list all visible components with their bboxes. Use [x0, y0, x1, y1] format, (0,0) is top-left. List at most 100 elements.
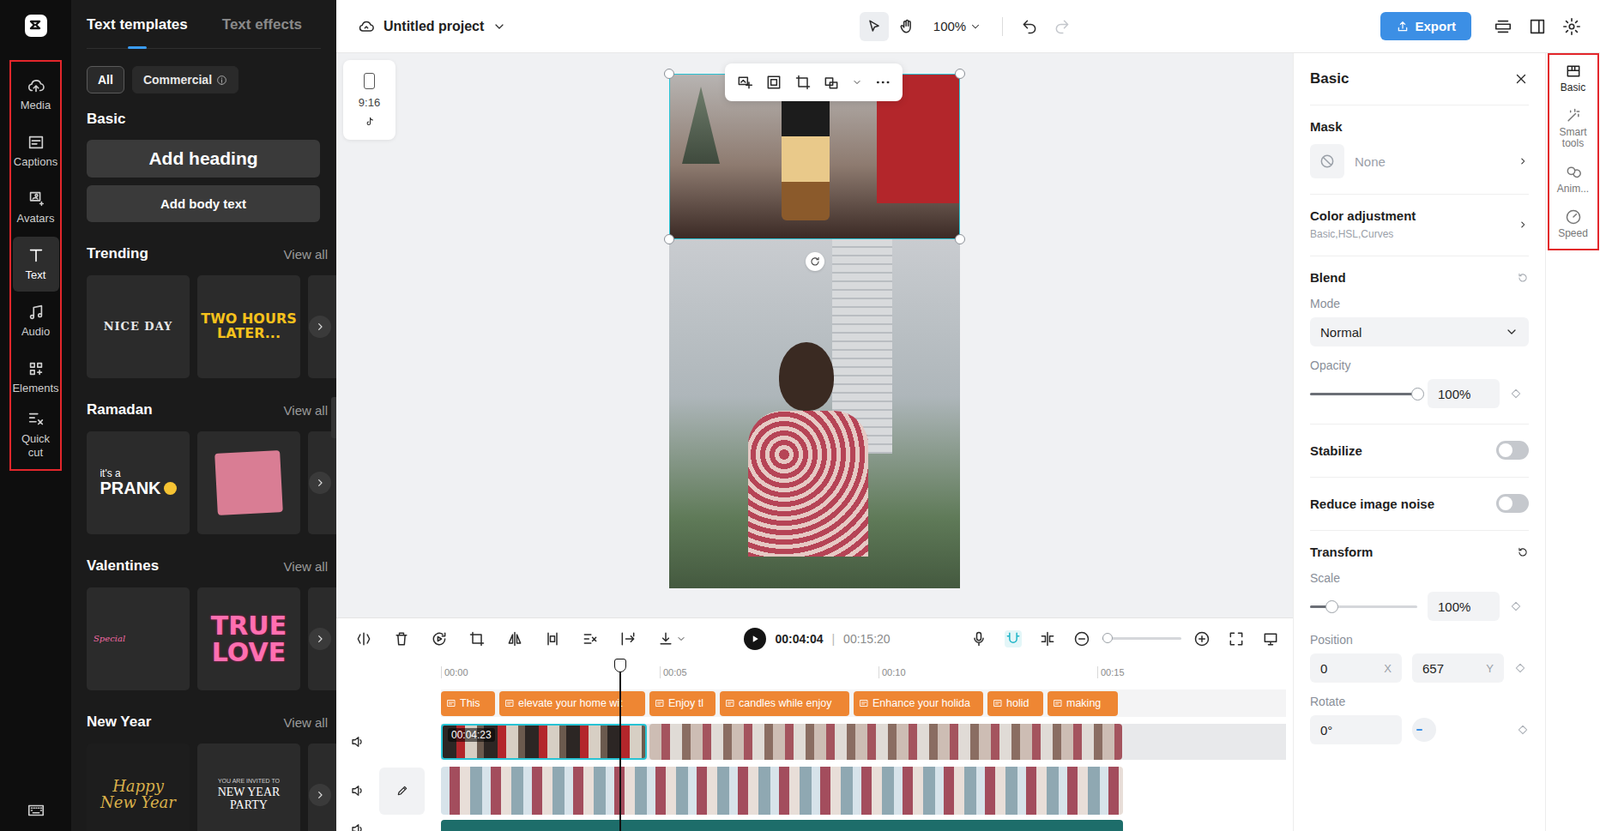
- template-card[interactable]: Special: [86, 587, 190, 691]
- scale-slider[interactable]: [1310, 605, 1418, 609]
- cover-edit-button[interactable]: [379, 767, 425, 816]
- video-preview[interactable]: [669, 73, 960, 589]
- view-all-link[interactable]: View all: [283, 403, 328, 418]
- rotate-dial[interactable]: [1412, 718, 1437, 743]
- reset-icon[interactable]: [1516, 271, 1529, 284]
- redo-button[interactable]: [1047, 12, 1077, 42]
- position-input[interactable]: 0X: [1310, 653, 1402, 683]
- panel-tab[interactable]: Text templates: [86, 16, 188, 49]
- playhead-knob[interactable]: [614, 658, 627, 673]
- project-title[interactable]: Untitled project: [336, 18, 860, 36]
- position-input[interactable]: 657Y: [1412, 653, 1504, 683]
- rotate-handle[interactable]: [805, 252, 825, 272]
- keyframe-diamond-icon[interactable]: [1509, 387, 1522, 400]
- row-next-button[interactable]: [308, 627, 332, 651]
- inspector-tab[interactable]: Speed: [1550, 204, 1597, 244]
- floating-tool-icon[interactable]: [736, 73, 754, 91]
- edit-tool-icon[interactable]: [430, 630, 448, 648]
- opacity-slider[interactable]: [1310, 392, 1418, 396]
- app-logo-icon[interactable]: [24, 13, 49, 38]
- scale-slider-knob[interactable]: [1325, 600, 1339, 614]
- settings-gear-icon[interactable]: [1562, 17, 1582, 37]
- filter-chip[interactable]: Commercial: [132, 66, 239, 94]
- toggle-switch[interactable]: [1496, 494, 1529, 514]
- reset-icon[interactable]: [1516, 546, 1529, 559]
- video-clip[interactable]: [649, 724, 1123, 761]
- volume-icon[interactable]: [350, 821, 366, 831]
- export-button[interactable]: Export: [1380, 12, 1472, 41]
- rail-item[interactable]: Avatars: [12, 180, 60, 236]
- mask-picker[interactable]: None: [1310, 144, 1529, 179]
- zoom-out-icon[interactable]: [1073, 630, 1091, 648]
- row-next-button[interactable]: [308, 315, 332, 339]
- volume-icon[interactable]: [350, 783, 366, 799]
- canvas-tool-button[interactable]: [859, 12, 889, 42]
- aspect-ratio-card[interactable]: 9:16: [343, 60, 396, 140]
- template-card[interactable]: TWO HOURSLATER...: [197, 275, 301, 379]
- view-all-link[interactable]: View all: [283, 247, 328, 262]
- keyframe-diamond-icon[interactable]: [1514, 662, 1527, 675]
- play-button[interactable]: [743, 627, 767, 651]
- zoom-in-icon[interactable]: [1193, 630, 1211, 648]
- resize-handle[interactable]: [664, 68, 675, 79]
- video-clip[interactable]: [440, 766, 1124, 816]
- edit-tool-icon[interactable]: [543, 630, 562, 648]
- close-icon[interactable]: [1513, 71, 1529, 87]
- undo-button[interactable]: [1014, 12, 1045, 42]
- template-card[interactable]: TRUELOVE: [197, 587, 301, 691]
- rail-item[interactable]: Media: [12, 66, 60, 122]
- zoom-dropdown[interactable]: 100%: [924, 18, 991, 34]
- template-card[interactable]: NICE DAY: [86, 275, 190, 379]
- layers-icon[interactable]: [1493, 17, 1513, 37]
- inspector-tab[interactable]: Smart tools: [1550, 102, 1597, 154]
- inspector-tab[interactable]: Basic: [1550, 58, 1597, 98]
- resize-handle[interactable]: [954, 234, 966, 245]
- zoom-slider-knob[interactable]: [1102, 633, 1113, 644]
- volume-icon[interactable]: [350, 734, 366, 750]
- caption-chip[interactable]: This: [440, 691, 496, 717]
- panel-layout-icon[interactable]: [1527, 17, 1547, 37]
- add-body-text-button[interactable]: Add body text: [86, 185, 320, 223]
- caption-chip[interactable]: Enjoy tl: [649, 691, 716, 717]
- keyframe-diamond-icon[interactable]: [1516, 724, 1529, 737]
- caption-chip[interactable]: candles while enjoy: [719, 691, 850, 717]
- template-card[interactable]: HappyNew Year: [86, 743, 190, 831]
- caption-chip[interactable]: elevate your home wit: [499, 691, 646, 717]
- resize-handle[interactable]: [664, 234, 675, 245]
- rail-item[interactable]: Captions: [12, 123, 60, 179]
- timeline-tool-icon[interactable]: [970, 630, 988, 648]
- floating-tool-icon[interactable]: [794, 73, 812, 91]
- filter-chip[interactable]: All: [86, 66, 125, 94]
- more-dots-icon[interactable]: [874, 73, 892, 91]
- monitor-icon[interactable]: [1261, 630, 1280, 648]
- panel-tab[interactable]: Text effects: [222, 16, 302, 49]
- canvas-tool-button[interactable]: [892, 12, 922, 42]
- toggle-switch[interactable]: [1496, 440, 1529, 460]
- template-card[interactable]: YOU ARE INVITED TONEW YEARPARTY: [197, 743, 301, 831]
- timeline-tool-icon[interactable]: [1038, 630, 1057, 648]
- rail-item[interactable]: Text: [12, 236, 60, 292]
- timeline-tool-icon[interactable]: [1004, 630, 1022, 648]
- playhead[interactable]: [619, 658, 622, 831]
- view-all-link[interactable]: View all: [283, 715, 328, 731]
- resize-handle[interactable]: [954, 68, 966, 79]
- floating-tool-icon[interactable]: [765, 73, 783, 91]
- opacity-input[interactable]: 100%: [1427, 379, 1500, 409]
- inspector-tab[interactable]: Anim...: [1550, 159, 1597, 200]
- fit-screen-icon[interactable]: [1227, 630, 1245, 648]
- keyboard-icon[interactable]: [26, 801, 46, 821]
- audio-clip[interactable]: [440, 820, 1124, 831]
- keyframe-diamond-icon[interactable]: [1509, 600, 1522, 613]
- template-card[interactable]: [197, 431, 301, 535]
- download-dropdown[interactable]: [657, 630, 687, 648]
- row-next-button[interactable]: [308, 784, 332, 807]
- edit-tool-icon[interactable]: [392, 630, 411, 648]
- add-heading-button[interactable]: Add heading: [86, 139, 320, 178]
- caption-chip[interactable]: making: [1047, 691, 1118, 717]
- edit-tool-icon[interactable]: [355, 630, 373, 648]
- video-clip[interactable]: 00:04:23: [440, 724, 647, 761]
- blend-mode-select[interactable]: Normal: [1310, 317, 1529, 347]
- rail-item[interactable]: Audio: [12, 293, 60, 349]
- timeline-zoom-slider[interactable]: [1102, 637, 1182, 640]
- edit-tool-icon[interactable]: [506, 630, 524, 648]
